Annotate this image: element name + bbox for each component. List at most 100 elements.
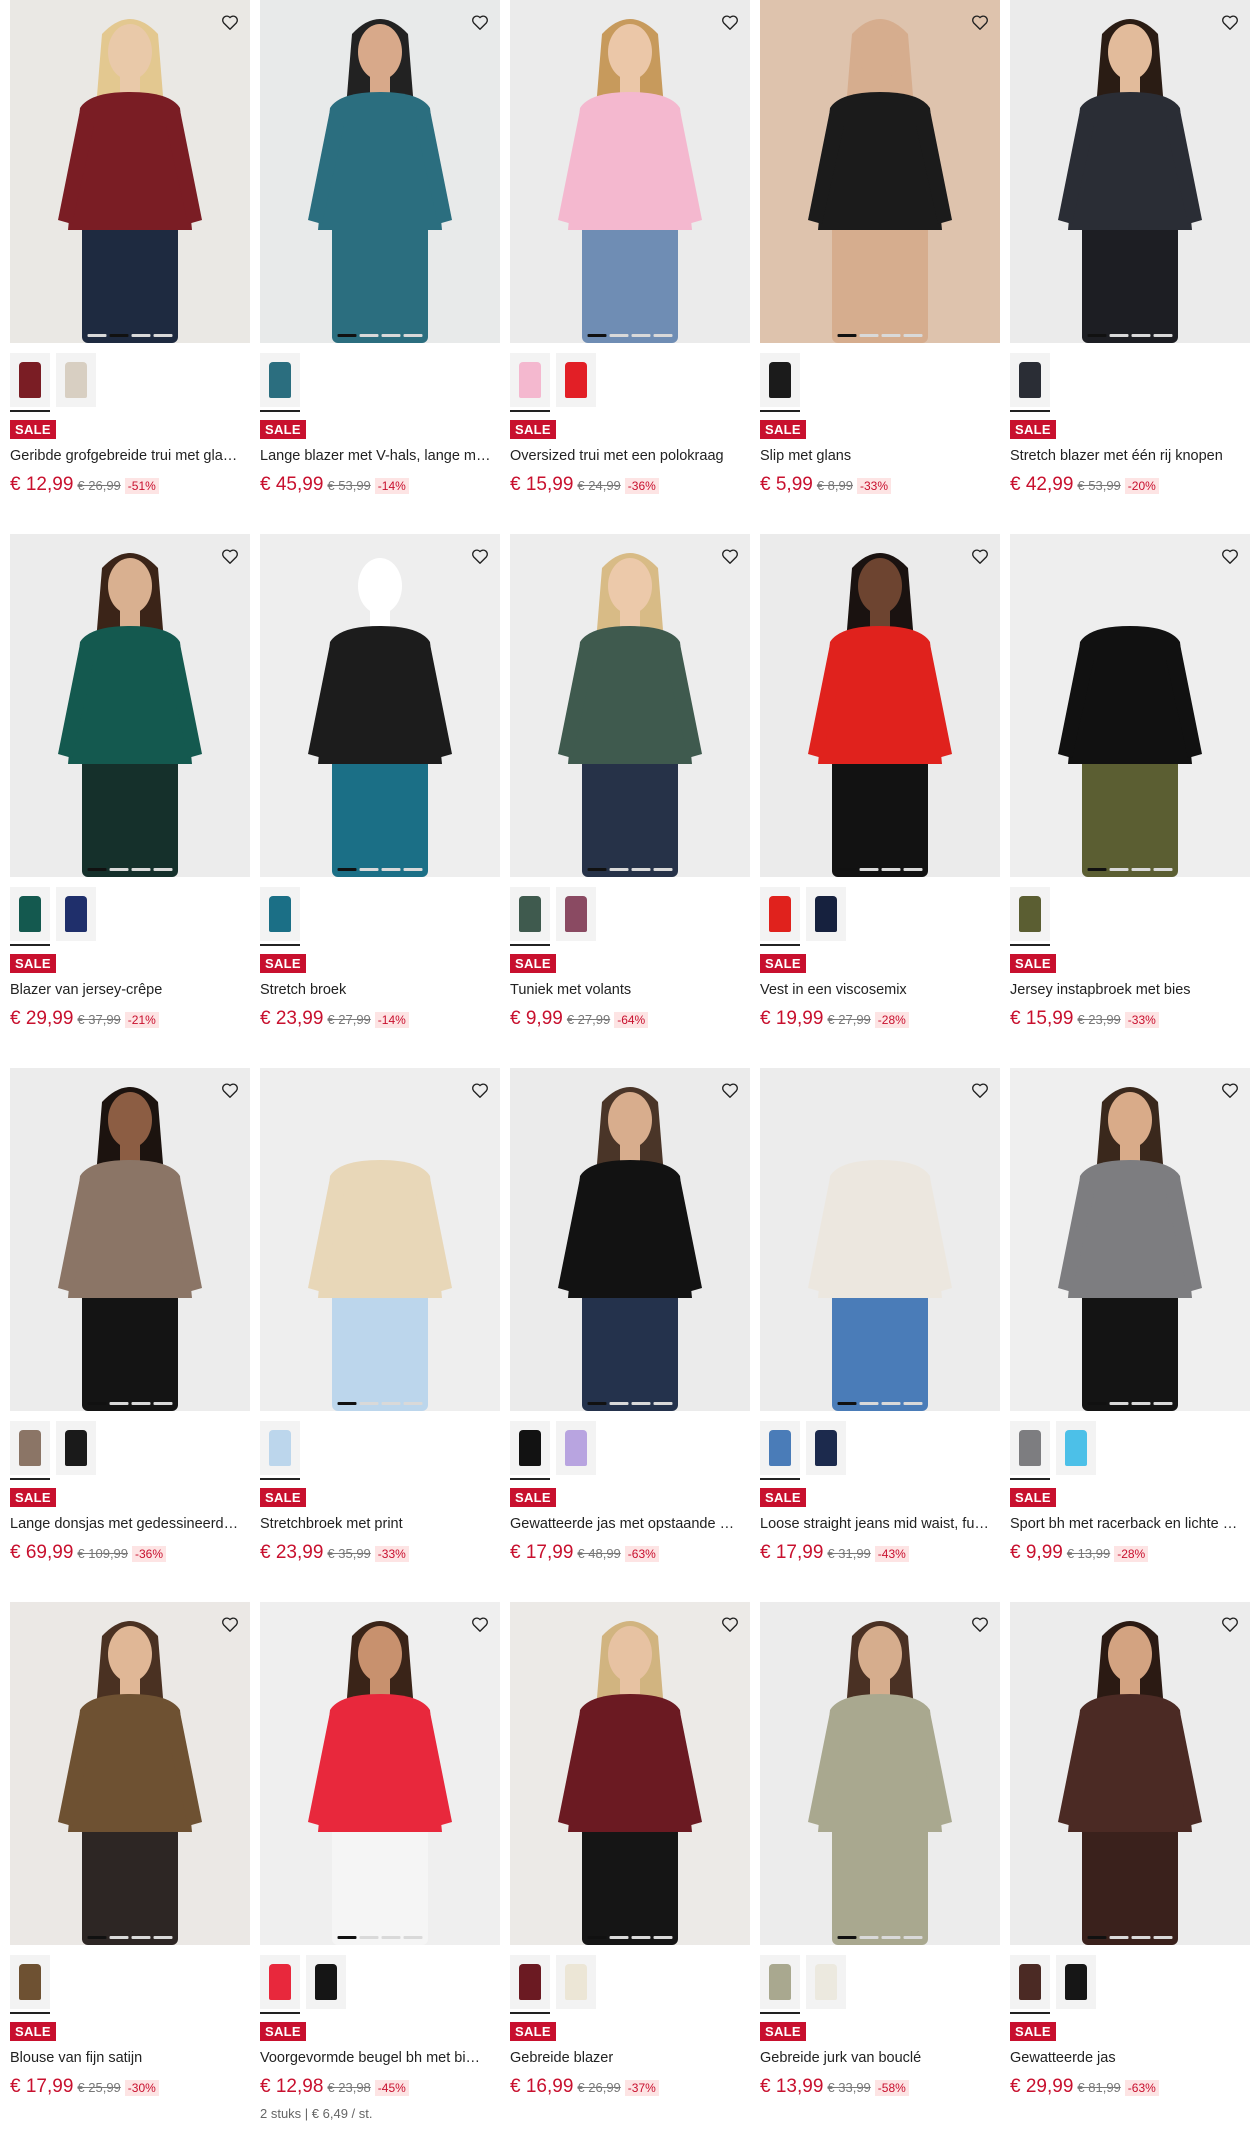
image-carousel-indicator[interactable]	[587, 334, 673, 337]
carousel-dot[interactable]	[859, 868, 879, 871]
product-title[interactable]: Gebreide jurk van bouclé	[760, 2049, 996, 2067]
product-image[interactable]	[510, 1602, 750, 1945]
carousel-dot[interactable]	[381, 1936, 401, 1939]
carousel-dot[interactable]	[903, 1936, 923, 1939]
product-title[interactable]: Lange blazer met V-hals, lange m…	[260, 447, 496, 465]
carousel-dot[interactable]	[403, 1936, 423, 1939]
product-image[interactable]	[1010, 534, 1250, 877]
carousel-dot[interactable]	[1131, 1936, 1151, 1939]
carousel-dot[interactable]	[837, 1936, 857, 1939]
wishlist-heart-icon[interactable]	[218, 1078, 242, 1102]
product-title[interactable]: Stretch blazer met één rij knopen	[1010, 447, 1246, 465]
carousel-dot[interactable]	[903, 868, 923, 871]
carousel-dot[interactable]	[337, 334, 357, 337]
color-swatch[interactable]	[56, 353, 96, 407]
color-swatch[interactable]	[1010, 353, 1050, 412]
product-card[interactable]: SALE Jersey instapbroek met bies € 15,99…	[1010, 534, 1250, 1068]
wishlist-heart-icon[interactable]	[1218, 544, 1242, 568]
color-swatch[interactable]	[1010, 1955, 1050, 2014]
color-swatch[interactable]	[306, 1955, 346, 2009]
carousel-dot[interactable]	[609, 1402, 629, 1405]
carousel-dot[interactable]	[881, 1402, 901, 1405]
wishlist-heart-icon[interactable]	[968, 544, 992, 568]
wishlist-heart-icon[interactable]	[218, 10, 242, 34]
product-card[interactable]: SALE Vest in een viscosemix € 19,99 € 27…	[760, 534, 1000, 1068]
product-card[interactable]: SALE Stretch broek € 23,99 € 27,99 -14%	[260, 534, 500, 1068]
wishlist-heart-icon[interactable]	[468, 1612, 492, 1636]
carousel-dot[interactable]	[87, 334, 107, 337]
product-title[interactable]: Vest in een viscosemix	[760, 981, 996, 999]
carousel-dot[interactable]	[381, 868, 401, 871]
color-swatch[interactable]	[760, 353, 800, 412]
color-swatch[interactable]	[760, 1955, 800, 2014]
product-image[interactable]	[1010, 0, 1250, 343]
carousel-dot[interactable]	[109, 334, 129, 337]
carousel-dot[interactable]	[109, 1936, 129, 1939]
carousel-dot[interactable]	[1109, 334, 1129, 337]
image-carousel-indicator[interactable]	[1087, 868, 1173, 871]
color-swatch[interactable]	[260, 1421, 300, 1480]
wishlist-heart-icon[interactable]	[718, 10, 742, 34]
product-image[interactable]	[760, 1068, 1000, 1411]
carousel-dot[interactable]	[859, 1936, 879, 1939]
product-title[interactable]: Stretch broek	[260, 981, 496, 999]
product-image[interactable]	[260, 1068, 500, 1411]
image-carousel-indicator[interactable]	[87, 868, 173, 871]
product-image[interactable]	[260, 1602, 500, 1945]
carousel-dot[interactable]	[587, 334, 607, 337]
carousel-dot[interactable]	[403, 1402, 423, 1405]
color-swatch[interactable]	[760, 1421, 800, 1480]
color-swatch[interactable]	[556, 1421, 596, 1475]
carousel-dot[interactable]	[881, 334, 901, 337]
color-swatch[interactable]	[556, 1955, 596, 2009]
product-image[interactable]	[10, 0, 250, 343]
carousel-dot[interactable]	[359, 334, 379, 337]
wishlist-heart-icon[interactable]	[968, 1612, 992, 1636]
image-carousel-indicator[interactable]	[337, 1936, 423, 1939]
product-title[interactable]: Blazer van jersey-crêpe	[10, 981, 246, 999]
wishlist-heart-icon[interactable]	[468, 544, 492, 568]
carousel-dot[interactable]	[1087, 334, 1107, 337]
carousel-dot[interactable]	[131, 868, 151, 871]
color-swatch[interactable]	[806, 1421, 846, 1475]
product-image[interactable]	[760, 0, 1000, 343]
carousel-dot[interactable]	[881, 1936, 901, 1939]
product-image[interactable]	[510, 534, 750, 877]
product-image[interactable]	[260, 534, 500, 877]
wishlist-heart-icon[interactable]	[968, 1078, 992, 1102]
image-carousel-indicator[interactable]	[1087, 1402, 1173, 1405]
product-image[interactable]	[510, 0, 750, 343]
carousel-dot[interactable]	[359, 1936, 379, 1939]
carousel-dot[interactable]	[631, 334, 651, 337]
carousel-dot[interactable]	[153, 334, 173, 337]
product-title[interactable]: Voorgevormde beugel bh met bi…	[260, 2049, 496, 2067]
carousel-dot[interactable]	[1131, 334, 1151, 337]
color-swatch[interactable]	[1010, 1421, 1050, 1480]
carousel-dot[interactable]	[1087, 868, 1107, 871]
carousel-dot[interactable]	[337, 868, 357, 871]
carousel-dot[interactable]	[653, 334, 673, 337]
carousel-dot[interactable]	[1153, 1936, 1173, 1939]
carousel-dot[interactable]	[87, 868, 107, 871]
product-image[interactable]	[1010, 1602, 1250, 1945]
product-title[interactable]: Lange donsjas met gedessineerd…	[10, 1515, 246, 1533]
wishlist-heart-icon[interactable]	[1218, 1078, 1242, 1102]
color-swatch[interactable]	[10, 887, 50, 946]
carousel-dot[interactable]	[609, 1936, 629, 1939]
product-card[interactable]: SALE Stretch blazer met één rij knopen €…	[1010, 0, 1250, 534]
product-card[interactable]: SALE Gebreide jurk van bouclé € 13,99 € …	[760, 1602, 1000, 2136]
color-swatch[interactable]	[10, 1421, 50, 1480]
carousel-dot[interactable]	[131, 1936, 151, 1939]
carousel-dot[interactable]	[337, 1936, 357, 1939]
image-carousel-indicator[interactable]	[1087, 1936, 1173, 1939]
image-carousel-indicator[interactable]	[837, 868, 923, 871]
color-swatch[interactable]	[806, 1955, 846, 2009]
product-title[interactable]: Geribde grofgebreide trui met gla…	[10, 447, 246, 465]
color-swatch[interactable]	[56, 887, 96, 941]
color-swatch[interactable]	[556, 887, 596, 941]
carousel-dot[interactable]	[1131, 868, 1151, 871]
carousel-dot[interactable]	[653, 868, 673, 871]
color-swatch[interactable]	[260, 1955, 300, 2014]
carousel-dot[interactable]	[87, 1936, 107, 1939]
product-card[interactable]: SALE Gewatteerde jas met opstaande … € 1…	[510, 1068, 750, 1602]
